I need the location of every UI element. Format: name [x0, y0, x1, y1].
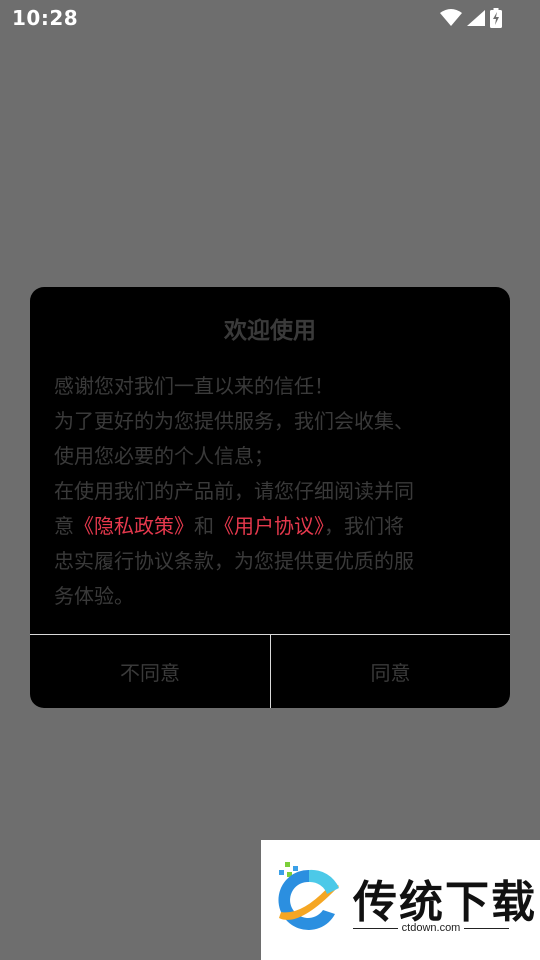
- message-text: 意: [54, 514, 74, 538]
- divider: [464, 927, 510, 929]
- status-icons: [440, 7, 502, 29]
- message-line: 务体验。: [54, 584, 134, 608]
- message-line: 感谢您对我们一直以来的信任！: [54, 374, 334, 398]
- status-time: 10:28: [12, 6, 79, 30]
- watermark: 传统下载 ctdown.com: [261, 840, 540, 960]
- message-line: 为了更好的为您提供服务，我们会收集、: [54, 409, 414, 433]
- message-line: 使用您必要的个人信息；: [54, 444, 274, 468]
- agree-button[interactable]: 同意: [271, 635, 510, 708]
- user-agreement-link[interactable]: 《用户协议》: [214, 514, 324, 538]
- dialog-message: 感谢您对我们一直以来的信任！ 为了更好的为您提供服务，我们会收集、 使用您必要的…: [54, 369, 490, 614]
- ctdown-logo-icon: [278, 862, 339, 930]
- message-text: 和: [194, 514, 214, 538]
- battery-charging-icon: [490, 8, 502, 28]
- divider: [353, 927, 398, 929]
- cellular-signal-icon: [467, 10, 485, 26]
- status-bar: 10:28: [0, 0, 540, 36]
- disagree-button[interactable]: 不同意: [30, 635, 270, 708]
- watermark-title: 传统下载: [353, 877, 537, 928]
- watermark-url: ctdown.com: [401, 922, 461, 934]
- watermark-url-row: ctdown.com: [353, 922, 510, 934]
- privacy-policy-link[interactable]: 《隐私政策》: [74, 514, 194, 538]
- message-line: 忠实履行协议条款，为您提供更优质的服: [54, 549, 414, 573]
- wifi-icon: [440, 9, 462, 26]
- message-line: 在使用我们的产品前，请您仔细阅读并同: [54, 479, 414, 503]
- dialog-title: 欢迎使用: [224, 318, 316, 344]
- message-line-with-links: 意《隐私政策》和《用户协议》，我们将: [54, 509, 490, 544]
- privacy-dialog: 欢迎使用 感谢您对我们一直以来的信任！ 为了更好的为您提供服务，我们会收集、 使…: [30, 287, 510, 708]
- message-text: ，我们将: [324, 514, 404, 538]
